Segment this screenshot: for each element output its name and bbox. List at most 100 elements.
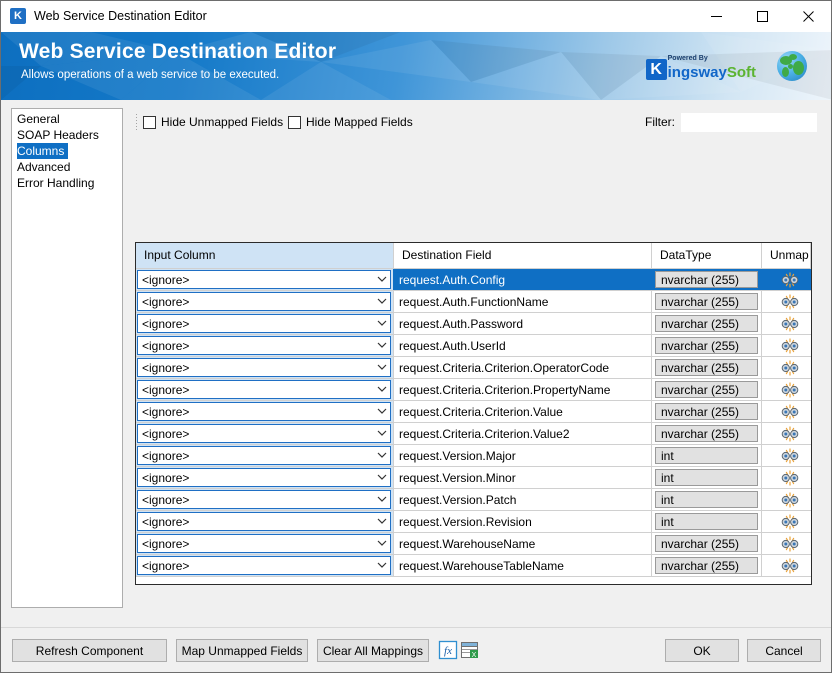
sidebar-item-general[interactable]: General [12,111,122,127]
unmap-cell[interactable] [762,555,811,576]
export-to-excel-icon[interactable]: X [459,639,481,661]
settings-nav-list[interactable]: General SOAP Headers Columns Advanced Er… [11,108,123,608]
unmap-cell[interactable] [762,335,811,356]
input-column-cell[interactable]: <ignore> [136,269,394,290]
sidebar-item-error-handling[interactable]: Error Handling [12,175,122,191]
unmap-cell[interactable] [762,489,811,510]
destination-field-cell[interactable]: request.Criteria.Criterion.Value2 [394,423,652,444]
minimize-icon[interactable] [693,1,739,31]
table-row[interactable]: <ignore> request.Criteria.Criterion.Opera… [136,357,811,379]
unmap-icon[interactable] [780,513,800,530]
maximize-icon[interactable] [739,1,785,31]
input-column-cell[interactable]: <ignore> [136,445,394,466]
input-column-cell[interactable]: <ignore> [136,533,394,554]
cancel-button[interactable]: Cancel [747,639,821,662]
destination-field-cell[interactable]: request.Version.Minor [394,467,652,488]
unmap-icon[interactable] [780,403,800,420]
unmap-icon[interactable] [780,557,800,574]
input-column-dropdown[interactable]: <ignore> [137,292,391,311]
unmap-cell[interactable] [762,467,811,488]
destination-field-cell[interactable]: request.Auth.Password [394,313,652,334]
table-row[interactable]: <ignore> request.Version.Patch int [136,489,811,511]
table-row[interactable]: <ignore> request.Criteria.Criterion.Value… [136,401,811,423]
unmap-icon[interactable] [780,293,800,310]
column-header-destination-field[interactable]: Destination Field [394,243,652,268]
input-column-dropdown[interactable]: <ignore> [137,336,391,355]
input-column-dropdown[interactable]: <ignore> [137,270,391,289]
filter-input[interactable] [681,112,817,132]
close-icon[interactable] [785,1,831,31]
refresh-component-button[interactable]: Refresh Component [12,639,167,662]
input-column-cell[interactable]: <ignore> [136,401,394,422]
unmap-icon[interactable] [780,447,800,464]
map-unmapped-fields-button[interactable]: Map Unmapped Fields [176,639,308,662]
unmap-icon[interactable] [780,535,800,552]
unmap-cell[interactable] [762,357,811,378]
table-row[interactable]: <ignore> request.WarehouseTableName nvarch… [136,555,811,577]
sidebar-item-advanced[interactable]: Advanced [12,159,122,175]
unmap-cell[interactable] [762,511,811,532]
ok-button[interactable]: OK [665,639,739,662]
input-column-dropdown[interactable]: <ignore> [137,512,391,531]
table-row[interactable]: <ignore> request.Criteria.Criterion.Value… [136,423,811,445]
destination-field-cell[interactable]: request.Version.Major [394,445,652,466]
input-column-dropdown[interactable]: <ignore> [137,424,391,443]
column-header-input-column[interactable]: Input Column [136,243,394,268]
fx-expression-icon[interactable]: fx [437,639,459,661]
input-column-cell[interactable]: <ignore> [136,555,394,576]
input-column-dropdown[interactable]: <ignore> [137,402,391,421]
table-row[interactable]: <ignore> request.Auth.Password nvarchar (2… [136,313,811,335]
unmap-icon[interactable] [780,381,800,398]
input-column-cell[interactable]: <ignore> [136,291,394,312]
input-column-cell[interactable]: <ignore> [136,423,394,444]
unmap-cell[interactable] [762,445,811,466]
column-header-datatype[interactable]: DataType [652,243,762,268]
unmap-icon[interactable] [780,359,800,376]
unmap-cell[interactable] [762,423,811,444]
unmap-cell[interactable] [762,533,811,554]
unmap-icon[interactable] [780,491,800,508]
destination-field-cell[interactable]: request.Auth.UserId [394,335,652,356]
table-row[interactable]: <ignore> request.Version.Revision int [136,511,811,533]
destination-field-cell[interactable]: request.Auth.Config [394,269,652,290]
destination-field-cell[interactable]: request.WarehouseTableName [394,555,652,576]
unmap-icon[interactable] [780,337,800,354]
input-column-dropdown[interactable]: <ignore> [137,468,391,487]
table-row[interactable]: <ignore> request.Version.Minor int [136,467,811,489]
clear-all-mappings-button[interactable]: Clear All Mappings [317,639,429,662]
column-header-unmap[interactable]: Unmap [762,243,811,268]
unmap-cell[interactable] [762,291,811,312]
unmap-cell[interactable] [762,401,811,422]
unmap-cell[interactable] [762,313,811,334]
input-column-dropdown[interactable]: <ignore> [137,556,391,575]
input-column-dropdown[interactable]: <ignore> [137,446,391,465]
input-column-cell[interactable]: <ignore> [136,357,394,378]
sidebar-item-columns[interactable]: Columns [12,143,122,159]
unmap-cell[interactable] [762,379,811,400]
input-column-cell[interactable]: <ignore> [136,511,394,532]
input-column-cell[interactable]: <ignore> [136,489,394,510]
input-column-cell[interactable]: <ignore> [136,379,394,400]
input-column-cell[interactable]: <ignore> [136,313,394,334]
destination-field-cell[interactable]: request.Version.Revision [394,511,652,532]
input-column-cell[interactable]: <ignore> [136,467,394,488]
table-row[interactable]: <ignore> request.WarehouseName nvarchar (2… [136,533,811,555]
input-column-dropdown[interactable]: <ignore> [137,358,391,377]
unmap-icon[interactable] [780,271,800,288]
table-row[interactable]: <ignore> request.Auth.UserId nvarchar (255… [136,335,811,357]
hide-unmapped-fields-checkbox[interactable]: Hide Unmapped Fields [143,110,283,134]
destination-field-cell[interactable]: request.Criteria.Criterion.OperatorCode [394,357,652,378]
toolbar-grip-handle[interactable] [135,113,139,131]
table-row[interactable]: <ignore> request.Auth.FunctionName nvarcha… [136,291,811,313]
input-column-cell[interactable]: <ignore> [136,335,394,356]
unmap-cell[interactable] [762,269,811,290]
input-column-dropdown[interactable]: <ignore> [137,534,391,553]
hide-mapped-fields-checkbox[interactable]: Hide Mapped Fields [288,110,413,134]
table-row[interactable]: <ignore> request.Auth.Config nvarchar (255… [136,269,811,291]
destination-field-cell[interactable]: request.Version.Patch [394,489,652,510]
table-row[interactable]: <ignore> request.Criteria.Criterion.Prope… [136,379,811,401]
input-column-dropdown[interactable]: <ignore> [137,380,391,399]
destination-field-cell[interactable]: request.WarehouseName [394,533,652,554]
unmap-icon[interactable] [780,425,800,442]
unmap-icon[interactable] [780,469,800,486]
